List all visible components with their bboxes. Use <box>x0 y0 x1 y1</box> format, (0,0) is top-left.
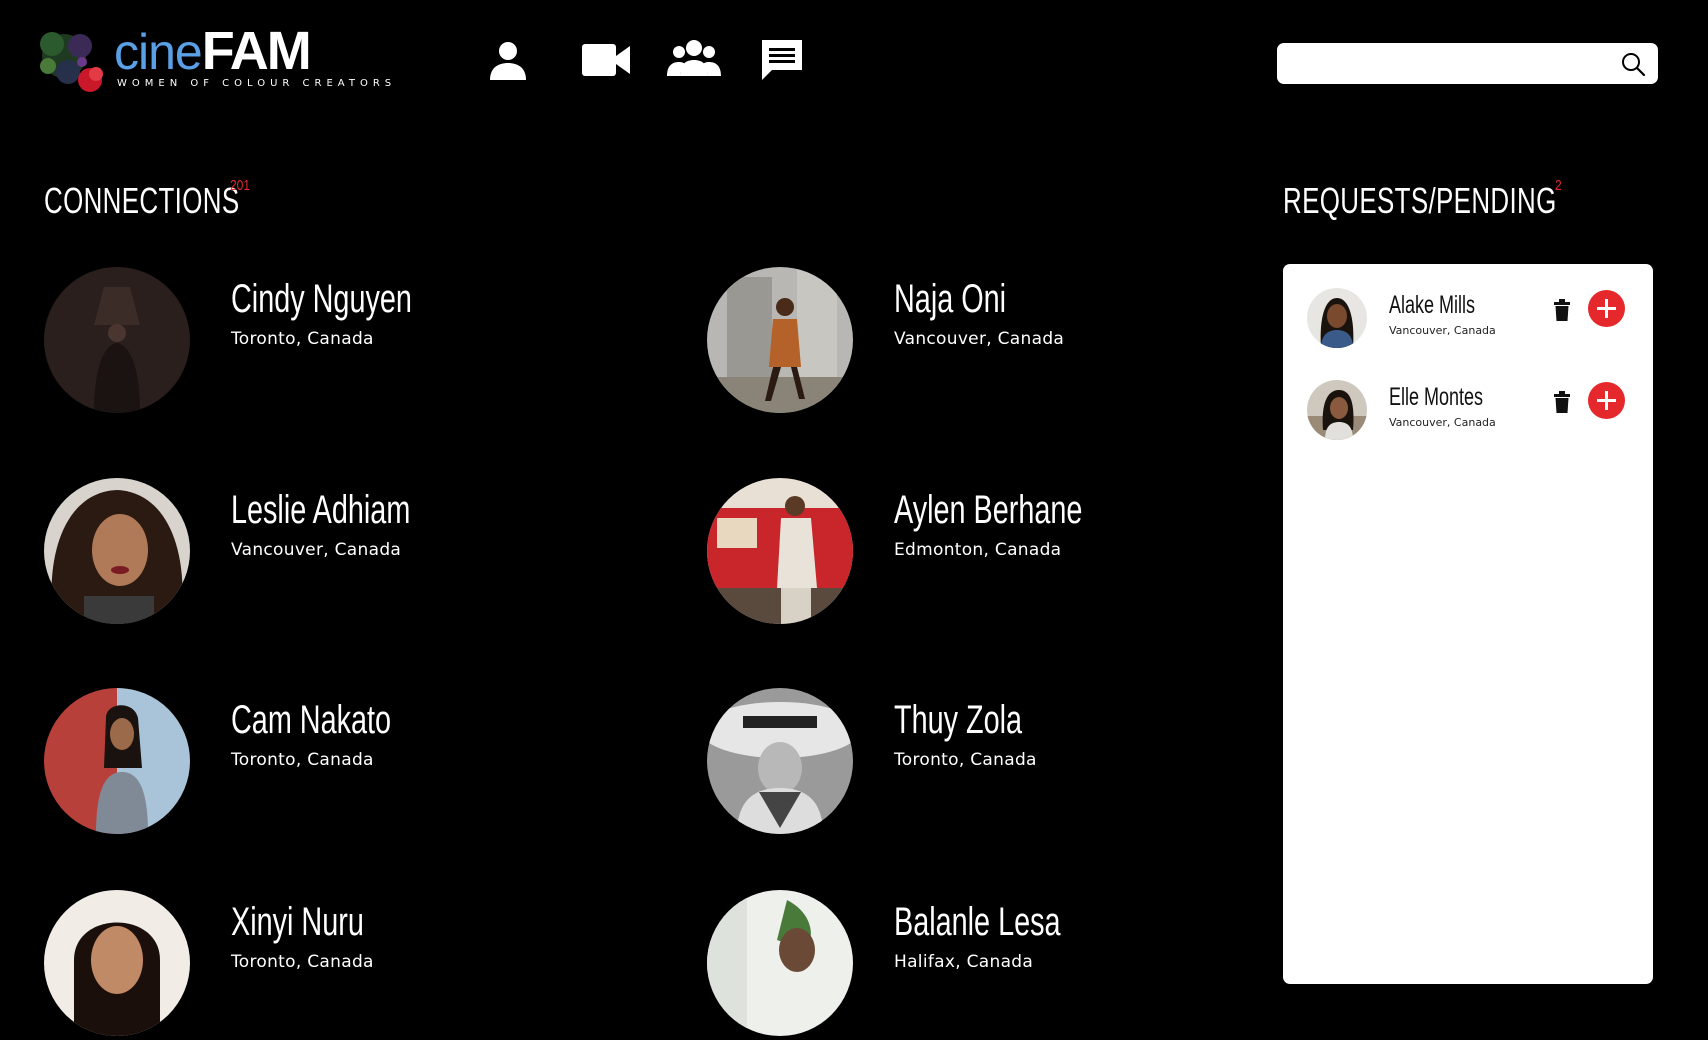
search-bar[interactable] <box>1277 43 1658 86</box>
plus-icon <box>1597 391 1616 410</box>
profile-icon[interactable] <box>484 36 532 84</box>
logo-flower-art-icon <box>40 32 103 92</box>
connection-location: Edmonton, Canada <box>894 540 1062 560</box>
plus-icon <box>1597 299 1616 318</box>
cinefam-logo[interactable]: cineFAM WOMEN OF COLOUR CREATORS <box>34 20 391 96</box>
request-location: Vancouver, Canada <box>1389 416 1496 429</box>
logo-cine-text: cine <box>114 24 203 80</box>
requests-count-badge: 2 <box>1555 177 1562 194</box>
search-icon[interactable] <box>1620 51 1646 77</box>
avatar[interactable] <box>44 890 190 1036</box>
avatar[interactable] <box>44 478 190 624</box>
avatar[interactable] <box>44 688 190 834</box>
connection-location: Halifax, Canada <box>894 952 1034 972</box>
requests-title: REQUESTS/PENDING <box>1283 180 1557 221</box>
request-item: Elle Montes Vancouver, Canada <box>1307 380 1647 444</box>
avatar[interactable] <box>707 688 853 834</box>
connection-name[interactable]: Naja Oni <box>894 277 1006 322</box>
connection-location: Toronto, Canada <box>231 952 374 972</box>
delete-request-button[interactable] <box>1553 299 1571 321</box>
connection-location: Toronto, Canada <box>894 750 1037 770</box>
avatar[interactable] <box>707 478 853 624</box>
trash-icon <box>1554 391 1570 413</box>
video-camera-icon[interactable] <box>580 36 632 84</box>
accept-request-button[interactable] <box>1588 382 1625 419</box>
trash-icon <box>1554 299 1570 321</box>
connection-card[interactable]: Balanle Lesa Halifax, Canada <box>707 890 1327 1040</box>
logo-tagline: WOMEN OF COLOUR CREATORS <box>117 78 397 89</box>
connection-name[interactable]: Thuy Zola <box>894 698 1022 743</box>
connection-name[interactable]: Balanle Lesa <box>894 900 1061 945</box>
request-name[interactable]: Alake Mills <box>1389 291 1475 320</box>
connection-name[interactable]: Xinyi Nuru <box>231 900 364 945</box>
request-name[interactable]: Elle Montes <box>1389 383 1483 412</box>
connection-name[interactable]: Leslie Adhiam <box>231 488 410 533</box>
chat-icon[interactable] <box>758 36 806 84</box>
avatar[interactable] <box>707 267 853 413</box>
connections-count-badge: 201 <box>230 177 251 194</box>
connection-location: Toronto, Canada <box>231 329 374 349</box>
avatar[interactable] <box>1307 288 1367 348</box>
connection-location: Vancouver, Canada <box>231 540 402 560</box>
connection-name[interactable]: Aylen Berhane <box>894 488 1082 533</box>
logo-fam-text: FAM <box>201 21 312 81</box>
avatar[interactable] <box>707 890 853 1036</box>
connection-card[interactable]: Aylen Berhane Edmonton, Canada <box>707 478 1327 628</box>
avatar[interactable] <box>1307 380 1367 440</box>
connection-name[interactable]: Cindy Nguyen <box>231 277 412 322</box>
request-item: Alake Mills Vancouver, Canada <box>1307 288 1647 352</box>
avatar[interactable] <box>44 267 190 413</box>
connection-location: Toronto, Canada <box>231 750 374 770</box>
search-input[interactable] <box>1287 43 1611 86</box>
request-location: Vancouver, Canada <box>1389 324 1496 337</box>
connection-card[interactable]: Cam Nakato Toronto, Canada <box>44 688 664 838</box>
connection-card[interactable]: Thuy Zola Toronto, Canada <box>707 688 1327 838</box>
connections-title: CONNECTIONS <box>44 180 240 221</box>
delete-request-button[interactable] <box>1553 391 1571 413</box>
requests-panel: Alake Mills Vancouver, Canada Elle Monte… <box>1283 264 1653 984</box>
people-icon[interactable] <box>666 36 722 84</box>
connection-name[interactable]: Cam Nakato <box>231 698 391 743</box>
logo-wordmark: cineFAM <box>114 20 312 82</box>
accept-request-button[interactable] <box>1588 290 1625 327</box>
connection-card[interactable]: Leslie Adhiam Vancouver, Canada <box>44 478 664 628</box>
connection-card[interactable]: Xinyi Nuru Toronto, Canada <box>44 890 664 1040</box>
connection-location: Vancouver, Canada <box>894 329 1065 349</box>
connection-card[interactable]: Naja Oni Vancouver, Canada <box>707 267 1327 417</box>
connection-card[interactable]: Cindy Nguyen Toronto, Canada <box>44 267 664 417</box>
